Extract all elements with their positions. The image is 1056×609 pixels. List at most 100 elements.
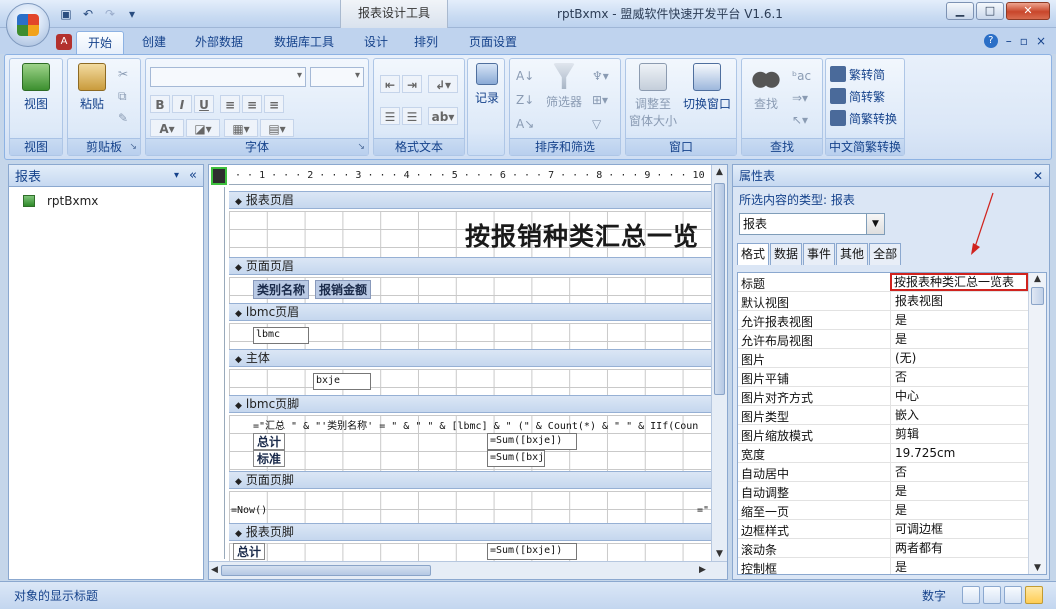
format-painter-icon[interactable]: ✎ [118, 109, 128, 127]
help-icon[interactable]: ? [983, 34, 998, 48]
property-value[interactable]: 否 [890, 463, 1028, 481]
tab-all[interactable]: 全部 [869, 243, 902, 265]
design-vscroll-thumb[interactable] [714, 183, 725, 395]
report-total-label[interactable]: 总计 [233, 543, 266, 560]
sum-bxj-textbox[interactable]: =Sum([bxj [487, 450, 545, 467]
ribbon-restore-button[interactable]: ▫ [1020, 34, 1028, 48]
trad-to-simp-button[interactable]: 繁转简 [830, 65, 885, 83]
property-row[interactable]: 自动调整 是 [738, 482, 1028, 501]
property-row[interactable]: 控制框 是 [738, 558, 1028, 574]
property-value[interactable]: 是 [890, 501, 1028, 519]
property-scrollbar[interactable]: ▲ ▼ [1028, 273, 1046, 574]
total-label[interactable]: 总计 [253, 433, 286, 450]
tab-other[interactable]: 其他 [836, 243, 869, 265]
office-button[interactable] [6, 3, 50, 47]
alternate-fill-icon[interactable]: ▤▾ [260, 119, 294, 137]
switch-window-button[interactable]: 切换窗口 [680, 63, 734, 112]
nav-dropdown-icon[interactable]: ▾ [174, 170, 179, 181]
underline-button[interactable]: U [194, 95, 214, 113]
page-header-body[interactable]: 类别名称 报销金额 [229, 277, 713, 303]
tab-format[interactable]: 格式 [737, 243, 770, 265]
property-value[interactable]: 19.725cm [890, 444, 1028, 462]
design-hscroll-thumb[interactable] [221, 565, 431, 576]
selection-filter-icon[interactable]: ♆▾ [592, 67, 609, 85]
section-report-footer[interactable]: 报表页脚 [229, 523, 713, 541]
group-footer-body[interactable]: ="汇总 " & "'类别名称' = " & " " & [lbmc] & " … [229, 415, 713, 471]
conversion-button[interactable]: 简繁转换 [830, 109, 897, 127]
highlight-icon[interactable]: ab▾ [428, 107, 458, 125]
property-row[interactable]: 默认视图 报表视图 [738, 292, 1028, 311]
report-selector[interactable] [211, 167, 227, 185]
design-vertical-scrollbar[interactable]: ▲ ▼ [711, 165, 727, 561]
close-button[interactable]: ✕ [1006, 2, 1050, 20]
property-value[interactable]: 可调边框 [890, 520, 1028, 538]
view-button[interactable]: 视图 [16, 63, 56, 112]
detail-body[interactable]: bxje [229, 369, 713, 395]
now-textbox[interactable]: =Now() [231, 505, 267, 516]
tab-design[interactable]: 设计 [356, 31, 396, 54]
property-row[interactable]: 标题 按报表种类汇总一览表 [738, 273, 1028, 292]
records-button[interactable]: 记录 [470, 63, 504, 106]
font-size-combo[interactable] [310, 67, 364, 87]
property-row[interactable]: 图片对齐方式 中心 [738, 387, 1028, 406]
section-group-footer[interactable]: lbmc页脚 [229, 395, 713, 413]
decrease-indent-icon[interactable]: ⇤ [380, 75, 400, 93]
scroll-up-icon[interactable]: ▲ [716, 167, 723, 177]
property-sheet-close-icon[interactable]: ✕ [1033, 169, 1043, 183]
layout-view-button[interactable] [1004, 586, 1022, 604]
property-value[interactable]: 两者都有 [890, 539, 1028, 557]
tab-data[interactable]: 数据 [770, 243, 803, 265]
property-value[interactable]: 剪辑 [890, 425, 1028, 443]
report-header-body[interactable]: 按报销种类汇总一览 [229, 211, 713, 257]
align-center-icon[interactable]: ≡ [242, 95, 262, 113]
tab-event[interactable]: 事件 [803, 243, 836, 265]
property-value[interactable]: 按报表种类汇总一览表 [890, 273, 1028, 291]
property-scroll-up-icon[interactable]: ▲ [1034, 274, 1041, 284]
property-value[interactable]: 嵌入 [890, 406, 1028, 424]
minimize-button[interactable]: ▁ [946, 2, 974, 20]
section-page-header[interactable]: 页面页眉 [229, 257, 713, 275]
goto-icon[interactable]: ⇒▾ [792, 89, 808, 107]
property-value[interactable]: (无) [890, 349, 1028, 367]
font-dialog-launcher-icon[interactable]: ↘ [357, 142, 365, 152]
nav-collapse-icon[interactable]: « [189, 168, 197, 183]
property-row[interactable]: 允许报表视图 是 [738, 311, 1028, 330]
property-row[interactable]: 边框样式 可调边框 [738, 520, 1028, 539]
tab-external-data[interactable]: 外部数据 [186, 31, 252, 54]
sum-bxje-textbox[interactable]: =Sum([bxje]) [487, 433, 577, 450]
property-value[interactable]: 是 [890, 558, 1028, 574]
advanced-filter-icon[interactable]: ⊞▾ [592, 91, 608, 109]
redo-icon[interactable]: ↷ [102, 6, 118, 22]
numbering-icon[interactable]: ☰ [380, 107, 400, 125]
copy-icon[interactable]: ⧉ [118, 87, 127, 105]
property-row[interactable]: 图片平铺 否 [738, 368, 1028, 387]
print-preview-button[interactable] [983, 586, 1001, 604]
property-row[interactable]: 自动居中 否 [738, 463, 1028, 482]
align-right-icon[interactable]: ≡ [264, 95, 284, 113]
design-horizontal-scrollbar[interactable]: ◀ ▶ [209, 561, 727, 579]
property-value[interactable]: 中心 [890, 387, 1028, 405]
report-sum-textbox[interactable]: =Sum([bxje]) [487, 543, 577, 560]
property-row[interactable]: 缩至一页 是 [738, 501, 1028, 520]
property-scroll-down-icon[interactable]: ▼ [1034, 563, 1041, 573]
section-detail[interactable]: 主体 [229, 349, 713, 367]
italic-button[interactable]: I [172, 95, 192, 113]
simp-to-trad-button[interactable]: 简转繁 [830, 87, 885, 105]
nav-pane-header[interactable]: 报表 ▾ « [9, 165, 203, 187]
property-row[interactable]: 滚动条 两者都有 [738, 539, 1028, 558]
sort-ascending-icon[interactable]: A↓ [516, 67, 534, 85]
category-name-label[interactable]: 类别名称 [253, 280, 310, 299]
font-color-icon[interactable]: A▾ [150, 119, 184, 137]
fit-window-button[interactable]: 调整至 窗体大小 [628, 63, 678, 129]
undo-icon[interactable]: ↶ [80, 6, 96, 22]
section-group-header[interactable]: lbmc页眉 [229, 303, 713, 321]
property-row[interactable]: 图片 (无) [738, 349, 1028, 368]
maximize-button[interactable]: □ [976, 2, 1004, 20]
bxje-textbox[interactable]: bxje [313, 373, 371, 390]
cut-icon[interactable]: ✂ [118, 65, 128, 83]
replace-icon[interactable]: ᵇac [792, 67, 811, 85]
ribbon-close-button[interactable]: × [1036, 34, 1046, 48]
increase-indent-icon[interactable]: ⇥ [402, 75, 422, 93]
ribbon-minimize-button[interactable]: – [1006, 34, 1012, 48]
scroll-right-icon[interactable]: ▶ [699, 565, 706, 575]
